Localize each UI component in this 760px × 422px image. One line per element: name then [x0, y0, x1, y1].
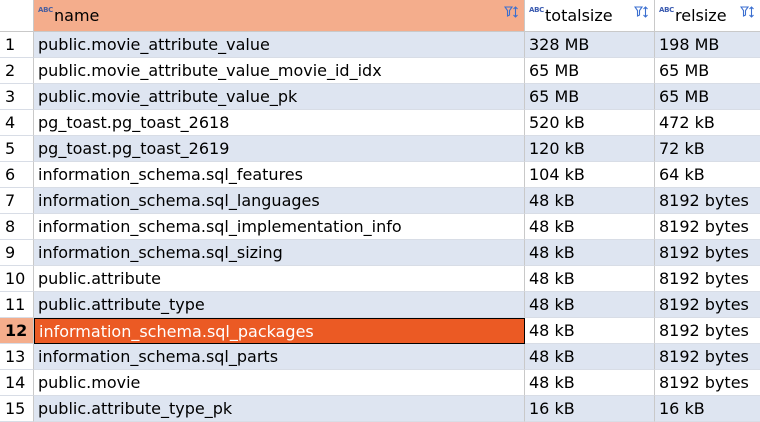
abc-text-icon: ABC — [659, 6, 674, 14]
cell-relsize[interactable]: 64 kB — [655, 162, 760, 188]
row-number[interactable]: 9 — [0, 240, 34, 266]
row-number[interactable]: 8 — [0, 214, 34, 240]
cell-name[interactable]: public.movie_attribute_value — [34, 32, 525, 58]
column-header-label: name — [54, 6, 100, 25]
cell-totalsize[interactable]: 16 kB — [525, 396, 655, 422]
cell-totalsize[interactable]: 65 MB — [525, 58, 655, 84]
table-row[interactable]: 9 information_schema.sql_sizing 48 kB 8192 … — [0, 240, 760, 266]
cell-relsize[interactable]: 8192 bytes — [655, 292, 760, 318]
cell-relsize[interactable]: 472 kB — [655, 110, 760, 136]
table-row[interactable]: 5 pg_toast.pg_toast_2619 120 kB 72 kB — [0, 136, 760, 162]
filter-sort-icon[interactable] — [504, 5, 520, 19]
column-header-relsize[interactable]: ABC relsize — [655, 0, 760, 32]
cell-totalsize[interactable]: 48 kB — [525, 214, 655, 240]
cell-name[interactable]: information_schema.sql_packages — [34, 318, 525, 344]
row-number[interactable]: 5 — [0, 136, 34, 162]
cell-totalsize[interactable]: 48 kB — [525, 266, 655, 292]
table-row[interactable]: 14 public.movie 48 kB 8192 bytes — [0, 370, 760, 396]
filter-sort-icon[interactable] — [740, 5, 756, 19]
table-row[interactable]: 6 information_schema.sql_features 104 kB 64… — [0, 162, 760, 188]
row-number[interactable]: 14 — [0, 370, 34, 396]
cell-relsize[interactable]: 65 MB — [655, 58, 760, 84]
row-number[interactable]: 7 — [0, 188, 34, 214]
cell-name[interactable]: information_schema.sql_sizing — [34, 240, 525, 266]
cell-name[interactable]: information_schema.sql_parts — [34, 344, 525, 370]
cell-name[interactable]: public.movie_attribute_value_movie_id_id… — [34, 58, 525, 84]
row-number[interactable]: 3 — [0, 84, 34, 110]
row-number[interactable]: 4 — [0, 110, 34, 136]
cell-name[interactable]: public.attribute_type — [34, 292, 525, 318]
abc-text-icon: ABC — [38, 6, 53, 14]
row-number[interactable]: 11 — [0, 292, 34, 318]
cell-name[interactable]: public.attribute_type_pk — [34, 396, 525, 422]
cell-name[interactable]: information_schema.sql_features — [34, 162, 525, 188]
row-number[interactable]: 10 — [0, 266, 34, 292]
cell-name[interactable]: pg_toast.pg_toast_2618 — [34, 110, 525, 136]
table-row[interactable]: 2 public.movie_attribute_value_movie_id_i… — [0, 58, 760, 84]
cell-totalsize[interactable]: 48 kB — [525, 344, 655, 370]
cell-totalsize[interactable]: 48 kB — [525, 188, 655, 214]
cell-relsize[interactable]: 198 MB — [655, 32, 760, 58]
table-row[interactable]: 3 public.movie_attribute_value_pk 65 MB 65 … — [0, 84, 760, 110]
row-number[interactable]: 1 — [0, 32, 34, 58]
cell-name[interactable]: public.movie — [34, 370, 525, 396]
cell-totalsize[interactable]: 48 kB — [525, 370, 655, 396]
cell-totalsize[interactable]: 48 kB — [525, 292, 655, 318]
table-row[interactable]: 10 public.attribute 48 kB 8192 bytes — [0, 266, 760, 292]
table-row[interactable]: 13 information_schema.sql_parts 48 kB 8192 … — [0, 344, 760, 370]
cell-totalsize[interactable]: 65 MB — [525, 84, 655, 110]
cell-relsize[interactable]: 65 MB — [655, 84, 760, 110]
cell-relsize[interactable]: 8192 bytes — [655, 188, 760, 214]
cell-relsize[interactable]: 16 kB — [655, 396, 760, 422]
column-header-label: relsize — [675, 6, 727, 25]
abc-text-icon: ABC — [529, 6, 544, 14]
cell-relsize[interactable]: 8192 bytes — [655, 266, 760, 292]
table-row[interactable]: 11 public.attribute_type 48 kB 8192 bytes — [0, 292, 760, 318]
cell-totalsize[interactable]: 104 kB — [525, 162, 655, 188]
column-header-label: totalsize — [545, 6, 613, 25]
cell-relsize[interactable]: 72 kB — [655, 136, 760, 162]
table-row[interactable]: 15 public.attribute_type_pk 16 kB 16 kB — [0, 396, 760, 422]
row-number[interactable]: 13 — [0, 344, 34, 370]
cell-totalsize[interactable]: 120 kB — [525, 136, 655, 162]
table-row[interactable]: 7 information_schema.sql_languages 48 kB 81… — [0, 188, 760, 214]
cell-relsize[interactable]: 8192 bytes — [655, 240, 760, 266]
column-header-name[interactable]: ABC name — [34, 0, 525, 32]
row-number-header[interactable] — [0, 0, 34, 32]
cell-totalsize[interactable]: 520 kB — [525, 110, 655, 136]
row-number[interactable]: 6 — [0, 162, 34, 188]
cell-name[interactable]: public.movie_attribute_value_pk — [34, 84, 525, 110]
cell-relsize[interactable]: 8192 bytes — [655, 214, 760, 240]
cell-totalsize[interactable]: 328 MB — [525, 32, 655, 58]
cell-name[interactable]: public.attribute — [34, 266, 525, 292]
cell-totalsize[interactable]: 48 kB — [525, 318, 655, 344]
filter-sort-icon[interactable] — [634, 5, 650, 19]
table-row[interactable]: 1 public.movie_attribute_value 328 MB 198 M… — [0, 32, 760, 58]
results-grid: ABC name ABC totalsize ABC relsize 1 publ… — [0, 0, 760, 422]
cell-relsize[interactable]: 8192 bytes — [655, 370, 760, 396]
table-row[interactable]: 4 pg_toast.pg_toast_2618 520 kB 472 kB — [0, 110, 760, 136]
cell-name[interactable]: information_schema.sql_languages — [34, 188, 525, 214]
table-row[interactable]: 12 information_schema.sql_packages 48 kB 81… — [0, 318, 760, 344]
cell-totalsize[interactable]: 48 kB — [525, 240, 655, 266]
table-row[interactable]: 8 information_schema.sql_implementation_i… — [0, 214, 760, 240]
row-number[interactable]: 15 — [0, 396, 34, 422]
cell-relsize[interactable]: 8192 bytes — [655, 344, 760, 370]
row-number[interactable]: 2 — [0, 58, 34, 84]
column-header-totalsize[interactable]: ABC totalsize — [525, 0, 655, 32]
cell-relsize[interactable]: 8192 bytes — [655, 318, 760, 344]
cell-name[interactable]: pg_toast.pg_toast_2619 — [34, 136, 525, 162]
row-number[interactable]: 12 — [0, 318, 34, 344]
grid-header: ABC name ABC totalsize ABC relsize — [0, 0, 760, 32]
cell-name[interactable]: information_schema.sql_implementation_in… — [34, 214, 525, 240]
